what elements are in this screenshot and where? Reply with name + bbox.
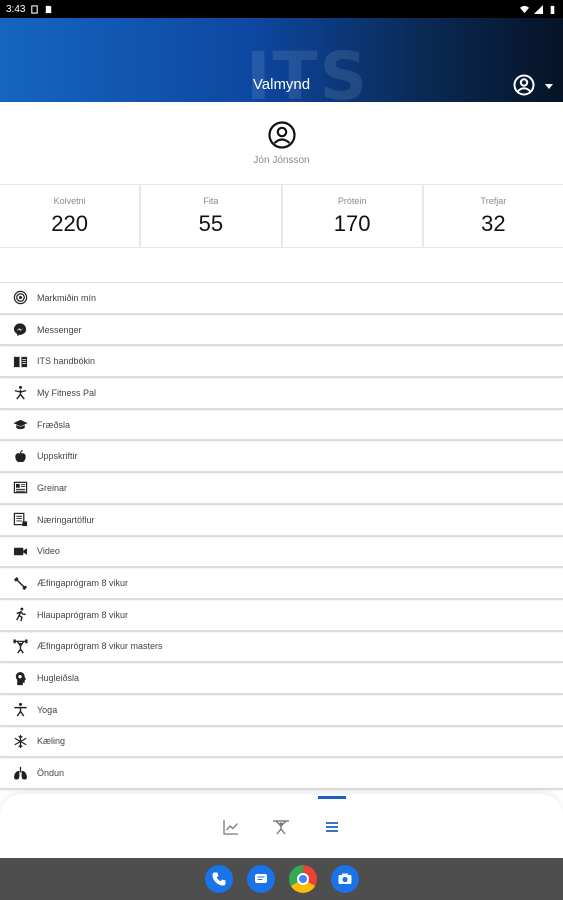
profile-section: Jón Jónsson bbox=[0, 102, 563, 182]
camera-app-icon[interactable] bbox=[331, 865, 359, 893]
menu-item-label: Markmiðin mín bbox=[37, 292, 97, 303]
runner-icon bbox=[12, 607, 28, 623]
head-icon bbox=[12, 670, 28, 686]
menu-item-label: Næringartöflur bbox=[37, 514, 95, 525]
stat-value: 170 bbox=[333, 211, 371, 236]
stat-fiber: Trefjar 32 bbox=[424, 185, 563, 247]
signal-icon bbox=[534, 4, 543, 14]
profile-name: Jón Jónsson bbox=[253, 155, 310, 166]
menu-item-label: Hlaupaprógram 8 vikur bbox=[37, 609, 129, 620]
stat-protein: Prótein 170 bbox=[283, 185, 424, 247]
stat-value: 55 bbox=[198, 211, 224, 236]
stat-carbs: Kolvetni 220 bbox=[0, 185, 142, 247]
menu-item-label: Æfingaprógram 8 vikur masters bbox=[37, 641, 163, 652]
menu-item-video[interactable]: Video bbox=[0, 537, 563, 569]
book-icon bbox=[12, 353, 28, 369]
menu-item-goals[interactable]: Markmiðin mín bbox=[0, 283, 563, 315]
menu-list: Markmiðin mín Messenger ITS handbókin My… bbox=[0, 282, 563, 790]
stat-fat: Fita 55 bbox=[141, 185, 283, 247]
stat-value: 32 bbox=[481, 211, 506, 236]
snowflake-icon bbox=[12, 733, 28, 749]
menu-item-articles[interactable]: Greinar bbox=[0, 473, 563, 505]
menu-item-messenger[interactable]: Messenger bbox=[0, 315, 563, 347]
active-tab-indicator bbox=[318, 796, 346, 799]
messages-app-icon[interactable] bbox=[247, 865, 275, 893]
target-icon bbox=[12, 290, 28, 306]
chrome-center bbox=[297, 873, 309, 885]
messenger-icon bbox=[12, 322, 28, 338]
menu-item-label: Kæling bbox=[37, 736, 66, 747]
sim-icon bbox=[31, 4, 39, 14]
workout-icon[interactable] bbox=[272, 818, 290, 836]
menu-item-breathing[interactable]: Öndun bbox=[0, 758, 563, 790]
newspaper-icon bbox=[12, 480, 28, 496]
menu-item-meditation[interactable]: Hugleiðsla bbox=[0, 663, 563, 695]
account-icon[interactable] bbox=[512, 73, 536, 97]
menu-item-cooling[interactable]: Kæling bbox=[0, 727, 563, 759]
sd-card-icon bbox=[46, 5, 52, 13]
stat-label: Fita bbox=[203, 196, 219, 206]
menu-item-running-program[interactable]: Hlaupaprógram 8 vikur bbox=[0, 600, 563, 632]
android-dock bbox=[0, 858, 563, 900]
app-header: ITS Valmynd bbox=[0, 18, 563, 102]
menu-item-yoga[interactable]: Yoga bbox=[0, 695, 563, 727]
stat-label: Kolvetni bbox=[53, 196, 86, 206]
macro-stats: Kolvetni 220 Fita 55 Prótein 170 Trefjar… bbox=[0, 184, 563, 248]
menu-item-training-program-masters[interactable]: Æfingaprógram 8 vikur masters bbox=[0, 632, 563, 664]
apple-icon bbox=[12, 448, 28, 464]
status-time: 3:43 bbox=[6, 3, 26, 15]
wifi-icon bbox=[520, 5, 529, 13]
battery-icon bbox=[550, 5, 555, 14]
avatar-icon[interactable] bbox=[267, 120, 297, 150]
menu-item-training-program[interactable]: Æfingaprógram 8 vikur bbox=[0, 568, 563, 600]
menu-item-label: Uppskriftir bbox=[37, 451, 78, 462]
figure-icon bbox=[12, 385, 28, 401]
chrome-app-icon[interactable] bbox=[289, 865, 317, 893]
menu-item-education[interactable]: Fræðsla bbox=[0, 410, 563, 442]
menu-item-nutrition-tables[interactable]: Næringartöflur bbox=[0, 505, 563, 537]
menu-item-label: My Fitness Pal bbox=[37, 387, 97, 398]
menu-item-label: Æfingaprógram 8 vikur bbox=[37, 578, 129, 589]
phone-app-icon[interactable] bbox=[205, 865, 233, 893]
dumbbell-icon bbox=[12, 575, 28, 591]
menu-item-handbook[interactable]: ITS handbókin bbox=[0, 346, 563, 379]
bottom-navigation bbox=[0, 794, 563, 858]
menu-item-label: Messenger bbox=[37, 324, 82, 335]
menu-item-label: Hugleiðsla bbox=[37, 673, 80, 684]
menu-item-label: ITS handbókin bbox=[37, 356, 96, 367]
video-camera-icon bbox=[12, 543, 28, 559]
table-icon bbox=[12, 512, 28, 528]
weightlifter-icon bbox=[12, 638, 28, 654]
stat-label: Trefjar bbox=[480, 196, 507, 206]
status-bar: 3:43 bbox=[0, 0, 563, 18]
chart-icon[interactable] bbox=[222, 818, 240, 836]
menu-icon[interactable] bbox=[323, 818, 341, 836]
menu-item-label: Fræðsla bbox=[37, 419, 71, 430]
chevron-down-icon[interactable] bbox=[543, 80, 555, 92]
menu-item-label: Öndun bbox=[37, 768, 65, 779]
lungs-icon bbox=[12, 765, 28, 781]
menu-item-recipes[interactable]: Uppskriftir bbox=[0, 441, 563, 474]
menu-item-my-fitness-pal[interactable]: My Fitness Pal bbox=[0, 378, 563, 410]
page-title: Valmynd bbox=[252, 76, 311, 93]
stat-label: Prótein bbox=[337, 196, 367, 206]
menu-item-label: Video bbox=[37, 546, 60, 557]
stat-value: 220 bbox=[51, 211, 88, 236]
its-logo-watermark: ITS bbox=[246, 38, 370, 103]
menu-item-label: Greinar bbox=[37, 482, 68, 493]
menu-item-label: Yoga bbox=[37, 704, 58, 715]
yoga-icon bbox=[12, 702, 28, 718]
graduation-cap-icon bbox=[12, 417, 28, 433]
